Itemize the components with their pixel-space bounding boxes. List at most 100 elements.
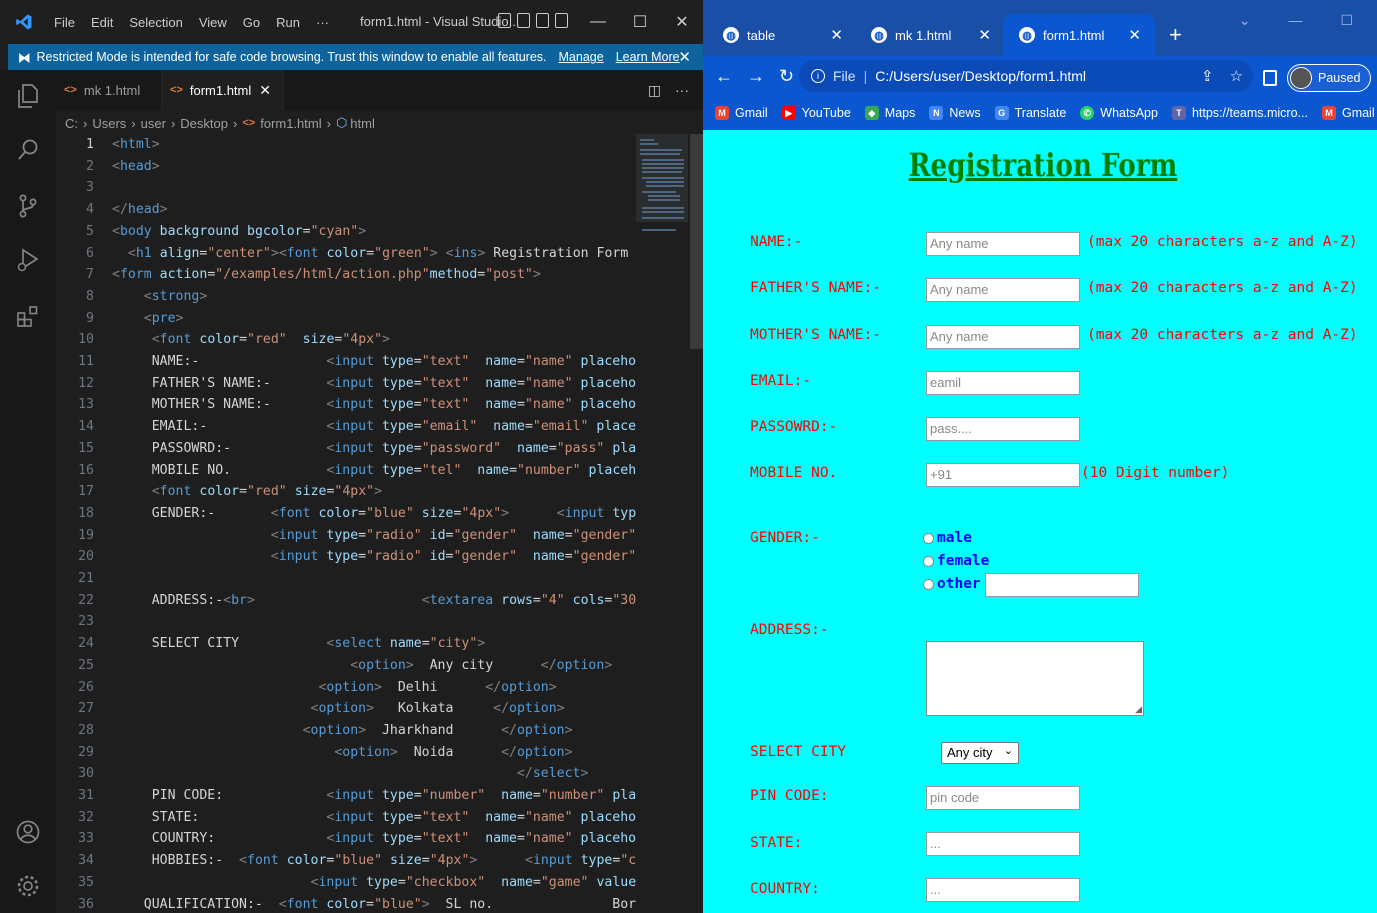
code-line[interactable]: MOBILE NO. <input type="tel" name="numbe… [112,460,636,482]
maximize-icon[interactable]: ☐ [1340,12,1353,29]
tab-close-icon[interactable]: ✕ [259,82,271,99]
layout-sidebar-icon[interactable] [498,13,511,28]
menu-run[interactable]: Run [268,15,308,30]
close-icon[interactable]: ✕ [661,12,703,32]
accounts-icon[interactable] [14,818,42,846]
layout-secondary-sidebar-icon[interactable] [536,13,549,28]
reload-icon[interactable]: ↻ [779,66,794,87]
code-line[interactable]: COUNTRY: <input type="text" name="name" … [112,828,636,850]
pin-code-input[interactable]: pin code [926,786,1080,810]
back-arrow-icon[interactable]: ← [715,66,733,87]
bookmark-translate[interactable]: G Translate [994,106,1066,120]
layout-panel-icon[interactable] [517,13,530,28]
code-line[interactable]: HOBBIES:- <font color="blue" size="4px">… [112,850,636,872]
country-input[interactable]: ... [926,878,1080,902]
manage-link[interactable]: Manage [559,50,604,64]
city-select[interactable]: Any city ⌄ [941,742,1019,764]
bookmark-teams[interactable]: Thttps://teams.micro... [1171,106,1308,120]
menu-go[interactable]: Go [235,15,268,30]
side-panel-icon[interactable] [1263,70,1277,86]
code-line[interactable]: <form action="/examples/html/action.php"… [112,264,541,286]
source-control-icon[interactable] [14,192,42,220]
new-tab-icon[interactable]: + [1169,22,1182,48]
code-line[interactable]: <html> [112,134,160,156]
code-line[interactable]: <option> Kolkata </option> [112,698,565,720]
menu-file[interactable]: File [46,15,83,30]
bookmark-star-icon[interactable]: ☆ [1230,67,1243,85]
mother-name-input[interactable]: Any name [926,325,1080,349]
gender-male-radio[interactable]: male [923,530,972,546]
split-editor-icon[interactable]: ◫ [648,82,661,99]
forward-arrow-icon[interactable]: → [747,66,765,87]
breadcrumb-html[interactable]: html [350,116,375,131]
code-line[interactable]: ADDRESS:-<br> <textarea rows="4" cols="3… [112,590,636,612]
code-line[interactable]: GENDER:- <font color="blue" size="4px"> … [112,503,636,525]
code-line[interactable]: QUALIFICATION:- <font color="blue"> SL n… [112,894,636,913]
minimize-icon[interactable]: — [1288,12,1302,29]
code-line[interactable]: <pre> [112,308,184,330]
bookmark-news[interactable]: N News [929,106,981,120]
address-bar[interactable]: i File | C:/Users/user/Desktop/form1.htm… [799,60,1253,92]
profile-button[interactable]: Paused [1287,64,1372,92]
code-line[interactable]: <input type="checkbox" name="game" value… [112,872,637,894]
code-line[interactable]: FATHER'S NAME:- <input type="text" name=… [112,373,636,395]
radio-circle[interactable] [923,532,934,544]
name-input[interactable]: Any name [926,232,1080,256]
code-line[interactable]: PASSOWRD:- <input type="password" name="… [112,438,636,460]
gender-female-radio[interactable]: female [923,553,989,569]
bookmark-maps[interactable]: ◆ Maps [864,106,915,120]
code-line[interactable]: </select> [112,763,588,785]
father-name-input[interactable]: Any name [926,278,1080,302]
bookmark-youtube[interactable]: ▶ YouTube [781,106,851,120]
code-line[interactable]: <h1 align="center"><font color="green"> … [112,243,636,265]
code-line[interactable]: <strong> [112,286,208,308]
resize-handle-icon[interactable]: ◢ [1135,704,1142,715]
address-textarea[interactable]: ◢ [926,641,1144,716]
code-line[interactable]: </head> [112,199,168,221]
code-editor[interactable]: 1 <html> 2 <head> 3 4 </head> 5 <body background… [56,134,636,913]
password-input[interactable]: pass.... [926,417,1080,441]
code-line[interactable]: <input type="radio" id="gender" name="ge… [112,525,636,547]
tab-form1-html[interactable]: <> form1.html ✕ [162,70,284,110]
tab-mk1-html[interactable]: <> mk 1.html [56,70,162,110]
code-line[interactable]: <option> Delhi </option> [112,677,556,699]
editor-scrollbar[interactable] [690,134,703,349]
breadcrumb-users[interactable]: Users [92,116,126,131]
maximize-icon[interactable]: ☐ [619,12,661,32]
menu-more[interactable]: ··· [308,15,337,30]
code-line[interactable]: <font color="red" size="4px"> [112,329,390,351]
code-line[interactable]: <font color="red" size="4px"> [112,481,382,503]
tab-close-icon[interactable]: ✕ [830,26,843,44]
more-actions-icon[interactable]: ··· [675,82,689,99]
breadcrumb-drive[interactable]: C: [65,116,78,131]
settings-gear-icon[interactable] [14,872,42,900]
radio-circle[interactable] [923,555,934,567]
code-line[interactable]: SELECT CITY <select name="city"> [112,633,486,655]
minimap[interactable] [636,134,688,244]
menu-edit[interactable]: Edit [83,15,121,30]
chrome-tab-mk1[interactable]: ◍ mk 1.html ✕ [855,14,1005,56]
breadcrumb-user[interactable]: user [141,116,166,131]
code-line[interactable]: STATE: <input type="text" name="name" pl… [112,807,636,829]
code-line[interactable]: <option> Jharkhand </option> [112,720,573,742]
tab-close-icon[interactable]: ✕ [978,26,991,44]
banner-close-icon[interactable]: ✕ [678,48,691,66]
state-input[interactable]: ... [926,832,1080,856]
tab-search-chevron-down-icon[interactable]: ⌄ [1239,12,1251,29]
menu-selection[interactable]: Selection [121,15,190,30]
share-icon[interactable]: ⇪ [1201,67,1214,85]
gender-other-input[interactable] [985,573,1139,597]
explorer-icon[interactable] [14,82,42,110]
mobile-input[interactable]: +91 [926,463,1080,487]
run-debug-icon[interactable] [14,246,42,274]
bookmark-gmail-2[interactable]: M Gmail [1321,106,1375,120]
code-line[interactable]: EMAIL:- <input type="email" name="email"… [112,416,636,438]
learn-more-link[interactable]: Learn More [616,50,680,64]
radio-circle[interactable] [923,578,934,590]
bookmark-whatsapp[interactable]: ✆ WhatsApp [1080,106,1158,120]
chrome-tab-form1[interactable]: ◍ form1.html ✕ [1003,14,1155,56]
code-line[interactable]: <option> Noida </option> [112,742,572,764]
email-input[interactable]: eamil [926,371,1080,395]
extensions-icon[interactable] [14,302,42,330]
code-line[interactable]: <input type="radio" id="gender" name="ge… [112,546,636,568]
